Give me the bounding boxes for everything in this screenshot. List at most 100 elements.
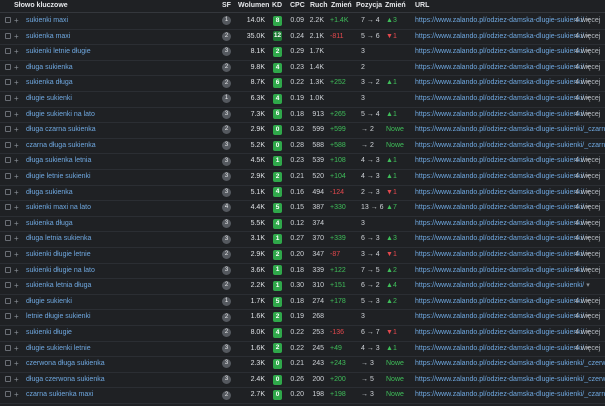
url-text[interactable]: https://www.zalando.pl/odziez-damska-dlu… — [415, 282, 584, 289]
row-checkbox[interactable] — [5, 79, 11, 86]
more-urls-link[interactable]: 4 więcej — [575, 200, 600, 216]
more-urls-link[interactable]: 4 więcej — [575, 294, 600, 310]
table-row[interactable]: + długa czarna sukienka 2 2.9K 0 0.32 599 +599 →… — [0, 122, 605, 139]
url-link[interactable]: https://www.zalando.pl/odziez-damska-dlu… — [415, 13, 590, 29]
more-urls-link[interactable]: 4 więcej — [575, 325, 600, 341]
add-icon[interactable]: + — [14, 372, 19, 388]
keyword-link[interactable]: sukienki letnie długie — [26, 44, 91, 60]
table-row[interactable]: + sukienki długie na lato 3 3.6K 1 0.18 339 +12… — [0, 263, 605, 280]
table-row[interactable]: + sukienki maxi na lato 4 4.4K 5 0.15 387 +330 1… — [0, 200, 605, 217]
url-link[interactable]: https://www.zalando.pl/odziez-damska-dlu… — [415, 44, 590, 60]
add-icon[interactable]: + — [14, 185, 19, 201]
keyword-link[interactable]: czarna długa sukienka — [26, 138, 96, 154]
add-icon[interactable]: + — [14, 325, 19, 341]
serp-features-badge[interactable]: 2 — [222, 281, 231, 291]
add-icon[interactable]: + — [14, 341, 19, 357]
url-link[interactable]: https://www.zalando.pl/odziez-damska-dlu… — [415, 75, 590, 91]
url-link[interactable]: https://www.zalando.pl/odziez-damska-dlu… — [415, 231, 590, 247]
url-link[interactable]: https://www.zalando.pl/odziez-damska-dlu… — [415, 341, 590, 357]
add-icon[interactable]: + — [14, 356, 19, 372]
keyword-link[interactable]: sukienka letnia długa — [26, 278, 91, 294]
row-checkbox[interactable] — [5, 391, 11, 398]
serp-features-badge[interactable]: 2 — [222, 31, 231, 41]
url-link[interactable]: https://www.zalando.pl/odziez-damska-dlu… — [415, 356, 605, 372]
row-checkbox[interactable] — [5, 360, 11, 367]
row-checkbox[interactable] — [5, 344, 11, 351]
url-link[interactable]: https://www.zalando.pl/odziez-damska-dlu… — [415, 294, 590, 310]
more-urls-link[interactable]: 4 więcej — [575, 341, 600, 357]
add-icon[interactable]: + — [14, 294, 19, 310]
url-text[interactable]: https://www.zalando.pl/odziez-damska-dlu… — [415, 33, 584, 40]
table-row[interactable]: + długa letnia sukienka 3 3.1K 1 0.27 370 +339 6… — [0, 231, 605, 248]
header-position-change[interactable]: Zmień — [385, 0, 406, 11]
row-checkbox[interactable] — [5, 188, 11, 195]
keyword-link[interactable]: sukienka maxi — [26, 29, 70, 45]
keyword-link[interactable]: letnie długie sukienki — [26, 309, 91, 325]
keyword-link[interactable]: długie letnie sukienki — [26, 169, 91, 185]
table-row[interactable]: + czerwona długa sukienka 3 2.3K 0 0.21 243 +24… — [0, 356, 605, 373]
url-text[interactable]: https://www.zalando.pl/odziez-damska-dlu… — [415, 267, 584, 274]
url-link[interactable]: https://www.zalando.pl/odziez-damska-dlu… — [415, 122, 605, 138]
url-link[interactable]: https://www.zalando.pl/odziez-damska-dlu… — [415, 247, 590, 263]
table-row[interactable]: + długa sukienka 3 5.1K 4 0.16 494 -124 2 → 3 ▼1 h… — [0, 185, 605, 202]
add-icon[interactable]: + — [14, 44, 19, 60]
serp-features-badge[interactable]: 3 — [222, 172, 231, 182]
row-checkbox[interactable] — [5, 141, 11, 148]
more-urls-link[interactable]: 4 więcej — [575, 107, 600, 123]
table-row[interactable]: + długie sukienki 1 6.3K 4 0.19 1.0K 3 https://w… — [0, 91, 605, 108]
table-row[interactable]: + sukienka długa 3 5.5K 4 0.12 374 3 https://www… — [0, 216, 605, 233]
keyword-link[interactable]: czerwona długa sukienka — [26, 356, 105, 372]
keyword-link[interactable]: sukienki maxi na lato — [26, 200, 91, 216]
serp-features-badge[interactable]: 4 — [222, 203, 231, 213]
row-checkbox[interactable] — [5, 48, 11, 55]
serp-features-badge[interactable]: 2 — [222, 125, 231, 135]
keyword-link[interactable]: długa sukienka — [26, 185, 73, 201]
add-icon[interactable]: + — [14, 263, 19, 279]
url-text[interactable]: https://www.zalando.pl/odziez-damska-dlu… — [415, 391, 605, 398]
row-checkbox[interactable] — [5, 235, 11, 242]
more-urls-link[interactable]: 4 więcej — [575, 247, 600, 263]
keyword-link[interactable]: sukienki długie na lato — [26, 263, 95, 279]
url-link[interactable]: https://www.zalando.pl/odziez-damska-dlu… — [415, 153, 590, 169]
row-checkbox[interactable] — [5, 32, 11, 39]
add-icon[interactable]: + — [14, 278, 19, 294]
add-icon[interactable]: + — [14, 107, 19, 123]
table-row[interactable]: + długie sukienki na lato 3 7.3K 6 0.18 913 +26… — [0, 107, 605, 124]
row-checkbox[interactable] — [5, 329, 11, 335]
url-text[interactable]: https://www.zalando.pl/odziez-damska-dlu… — [415, 189, 584, 196]
keyword-link[interactable]: długa czerwona sukienka — [26, 372, 105, 388]
row-checkbox[interactable] — [5, 173, 11, 179]
table-row[interactable]: + sukienki maxi 1 14.0K 8 0.09 2.2K +1.4K 7 → 4 ▲… — [0, 13, 605, 30]
serp-features-badge[interactable]: 3 — [222, 343, 231, 353]
more-urls-link[interactable]: 4 więcej — [575, 29, 600, 45]
add-icon[interactable]: + — [14, 169, 19, 185]
row-checkbox[interactable] — [5, 251, 11, 257]
row-checkbox[interactable] — [5, 95, 11, 101]
keyword-link[interactable]: długie sukienki letnie — [26, 341, 91, 357]
url-text[interactable]: https://www.zalando.pl/odziez-damska-dlu… — [415, 48, 584, 55]
more-urls-link[interactable]: 4 więcej — [575, 91, 600, 107]
keyword-link[interactable]: długie sukienki — [26, 91, 72, 107]
url-link[interactable]: https://www.zalando.pl/odziez-damska-dlu… — [415, 29, 590, 45]
table-row[interactable]: + sukienki letnie długie 3 8.1K 2 0.29 1.7K 3 ht… — [0, 44, 605, 61]
url-text[interactable]: https://www.zalando.pl/odziez-damska-dlu… — [415, 173, 584, 180]
add-icon[interactable]: + — [14, 75, 19, 91]
add-icon[interactable]: + — [14, 216, 19, 232]
url-text[interactable]: https://www.zalando.pl/odziez-damska-dlu… — [415, 298, 584, 305]
add-icon[interactable]: + — [14, 387, 19, 403]
header-kd[interactable]: KD — [272, 0, 282, 11]
more-urls-link[interactable]: 4 więcej — [575, 216, 600, 232]
header-url[interactable]: URL — [415, 0, 429, 11]
more-urls-link[interactable]: 4 więcej — [575, 169, 600, 185]
table-row[interactable]: + długie sukienki 1 1.7K 5 0.18 274 +178 5 → 3 ▲2… — [0, 294, 605, 311]
url-link[interactable]: https://www.zalando.pl/odziez-damska-dlu… — [415, 91, 590, 107]
header-position[interactable]: Pozycja — [356, 0, 382, 11]
row-checkbox[interactable] — [5, 219, 11, 226]
keyword-link[interactable]: długa czarna sukienka — [26, 122, 96, 138]
serp-features-badge[interactable]: 3 — [222, 156, 231, 166]
serp-features-badge[interactable]: 2 — [222, 312, 231, 322]
url-text[interactable]: https://www.zalando.pl/odziez-damska-dlu… — [415, 157, 584, 164]
serp-features-badge[interactable]: 1 — [222, 297, 231, 307]
url-link[interactable]: https://www.zalando.pl/odziez-damska-dlu… — [415, 185, 590, 201]
url-link[interactable]: https://www.zalando.pl/odziez-damska-dlu… — [415, 372, 605, 388]
